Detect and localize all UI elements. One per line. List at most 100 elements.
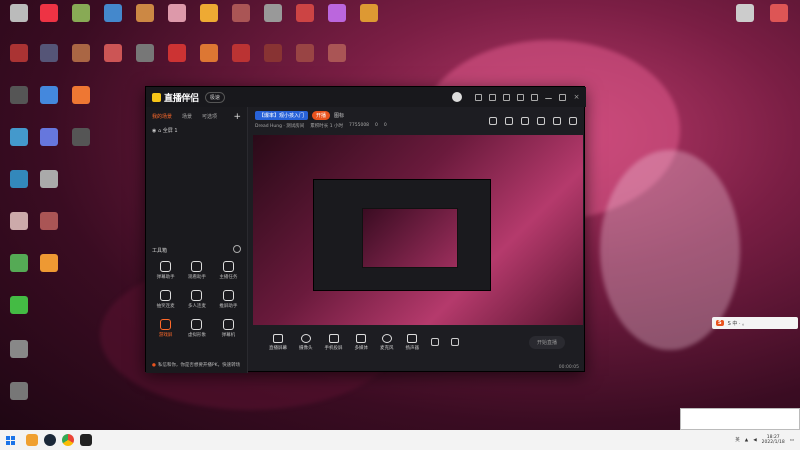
tab-my-scenes[interactable]: 我的场景 <box>152 113 172 120</box>
scene-item[interactable]: ◉ ⌂ 全屏 1 <box>146 123 247 138</box>
avatar[interactable] <box>452 92 462 102</box>
eye-icon[interactable]: ◉ <box>152 128 156 134</box>
desktop-icon[interactable] <box>34 86 64 106</box>
tool-push[interactable]: 推屏助手 <box>213 290 244 309</box>
taskbar-app-icon[interactable] <box>26 434 38 446</box>
home-icon[interactable] <box>553 117 561 125</box>
desktop-icon[interactable] <box>4 296 34 316</box>
desktop-icon[interactable] <box>98 44 128 64</box>
tool-avatar[interactable]: 虚拟形象 <box>181 319 212 338</box>
camera-button[interactable]: 摄像头 <box>299 333 313 351</box>
mail-icon[interactable] <box>475 93 482 101</box>
language-indicator[interactable]: 英 <box>735 437 740 443</box>
desktop-icon[interactable] <box>322 4 352 24</box>
desktop-icon[interactable] <box>130 44 160 64</box>
desktop-icon[interactable] <box>130 4 160 24</box>
desktop-icon[interactable] <box>34 44 64 64</box>
lock-icon[interactable]: ⌂ <box>158 128 161 134</box>
sub-tag[interactable]: 图标 <box>334 112 344 119</box>
desktop-icon[interactable] <box>258 4 288 24</box>
desktop-icon[interactable] <box>66 86 96 106</box>
start-live-button[interactable]: 开始直播 <box>528 335 565 349</box>
desktop-icon[interactable] <box>4 254 34 274</box>
speaker-button[interactable]: 扬声器 <box>406 333 419 351</box>
menu-icon[interactable] <box>531 93 538 101</box>
desktop-icon[interactable] <box>4 382 34 402</box>
tool-multi-link[interactable]: 多人连麦 <box>181 290 212 309</box>
desktop-icon[interactable] <box>258 44 288 64</box>
desktop-icon[interactable] <box>4 340 34 360</box>
tab-options[interactable]: 可选项 <box>202 113 217 120</box>
desktop-icon[interactable] <box>34 254 64 274</box>
maximize-icon[interactable] <box>559 93 566 101</box>
desktop-icon[interactable] <box>162 44 192 64</box>
desktop-icon[interactable] <box>34 212 64 232</box>
start-button[interactable] <box>0 430 20 450</box>
lock-icon[interactable] <box>505 117 513 125</box>
network-icon[interactable]: ▲ <box>745 438 748 443</box>
desktop-icon[interactable] <box>66 44 96 64</box>
desktop-icon[interactable] <box>34 4 64 24</box>
clock[interactable]: 18:27 2022/1/18 <box>762 435 785 446</box>
desktop-icon[interactable] <box>322 44 352 64</box>
tab-scenes[interactable]: 场景 <box>182 113 192 120</box>
gift-icon[interactable] <box>489 93 496 101</box>
desktop-icon[interactable] <box>66 4 96 24</box>
volume-icon[interactable]: ◀ <box>753 438 756 443</box>
screen-capture-button[interactable]: 直播屏幕 <box>269 333 287 351</box>
tool-danmaku-machine[interactable]: 弹幕机 <box>213 319 244 338</box>
desktop-icon[interactable] <box>98 4 128 24</box>
media-button[interactable]: 多媒体 <box>355 333 368 351</box>
steam-icon[interactable] <box>44 434 56 446</box>
desktop-icon[interactable] <box>290 44 320 64</box>
desktop-icon[interactable] <box>194 4 224 24</box>
desktop-icon[interactable] <box>764 4 794 24</box>
settings-icon[interactable] <box>451 338 459 346</box>
desktop-icon[interactable] <box>4 44 34 64</box>
mic-button[interactable]: 麦克风 <box>380 333 394 351</box>
settings-icon[interactable] <box>537 117 545 125</box>
chrome-icon[interactable] <box>62 434 74 446</box>
status-tag[interactable]: 开播 <box>312 111 331 120</box>
desktop-icon[interactable] <box>34 128 64 148</box>
shield-icon[interactable] <box>503 93 510 101</box>
live-companion-taskbar-icon[interactable] <box>80 434 92 446</box>
desktop-icon[interactable] <box>4 4 34 24</box>
room-title[interactable]: Dread Hung · 测试房间 <box>255 123 304 129</box>
tool-task[interactable]: 主播任务 <box>213 261 244 280</box>
desktop-icon[interactable] <box>4 212 34 232</box>
desktop-icon[interactable] <box>194 44 224 64</box>
record-icon[interactable] <box>521 117 529 125</box>
desktop-icon[interactable] <box>34 170 64 190</box>
scene-tabs: 我的场景 场景 可选项 <box>146 107 247 123</box>
collapse-toolbox-icon[interactable] <box>233 245 241 253</box>
desktop-icon[interactable] <box>226 44 256 64</box>
phone-cast-button[interactable]: 手机投屏 <box>325 333 343 351</box>
stream-preview[interactable] <box>253 135 583 325</box>
video-icon[interactable] <box>431 338 439 346</box>
desktop-icon[interactable] <box>66 128 96 148</box>
minimize-icon[interactable] <box>545 95 552 99</box>
tool-viewer[interactable]: 观看助手 <box>181 261 212 280</box>
layout-icon[interactable] <box>489 117 497 125</box>
notification-icon[interactable]: ▭ <box>790 438 794 443</box>
version-pill[interactable]: 极速 <box>204 91 225 103</box>
ime-toolbar[interactable]: S S 中 · 。 <box>712 317 798 329</box>
tool-game-screen[interactable]: 游戏屏 <box>150 319 181 338</box>
desktop-icon[interactable] <box>4 86 34 106</box>
tool-danmaku[interactable]: 弹幕助手 <box>150 261 181 280</box>
desktop-icon[interactable] <box>4 128 34 148</box>
desktop-icon[interactable] <box>4 170 34 190</box>
game-tag[interactable]: 【爆率】观小孩入门 <box>255 111 309 120</box>
share-icon[interactable] <box>569 117 577 125</box>
bell-icon[interactable] <box>517 93 524 101</box>
desktop-icon[interactable] <box>226 4 256 24</box>
desktop-icon[interactable] <box>730 4 760 24</box>
room-id: 7755008 <box>349 123 370 128</box>
tool-lottery[interactable]: 抽奖连麦 <box>150 290 181 309</box>
add-scene-button[interactable]: + <box>233 112 241 122</box>
desktop-icon[interactable] <box>290 4 320 24</box>
desktop-icon[interactable] <box>162 4 192 24</box>
desktop-icon[interactable] <box>354 4 384 24</box>
close-icon[interactable]: × <box>573 93 580 101</box>
